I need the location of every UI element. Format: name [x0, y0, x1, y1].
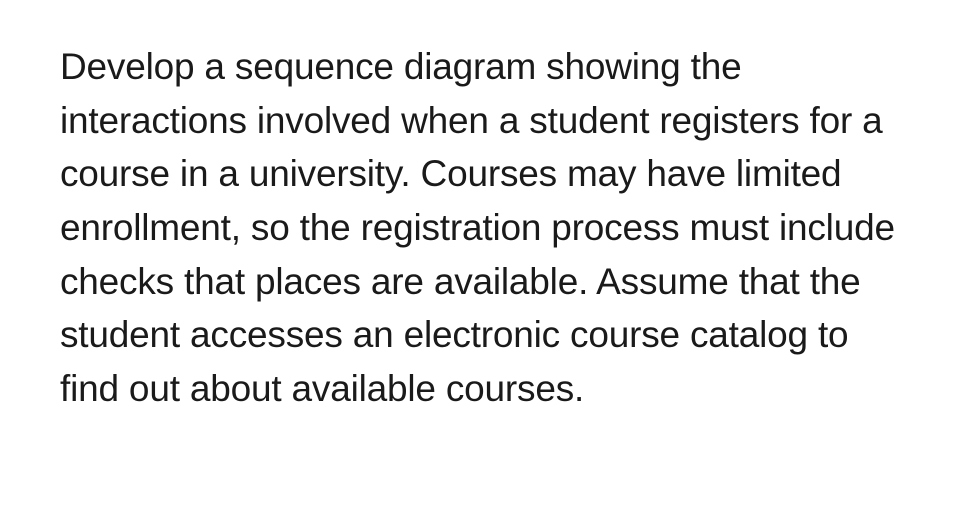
problem-statement: Develop a sequence diagram showing the i…: [60, 40, 895, 415]
